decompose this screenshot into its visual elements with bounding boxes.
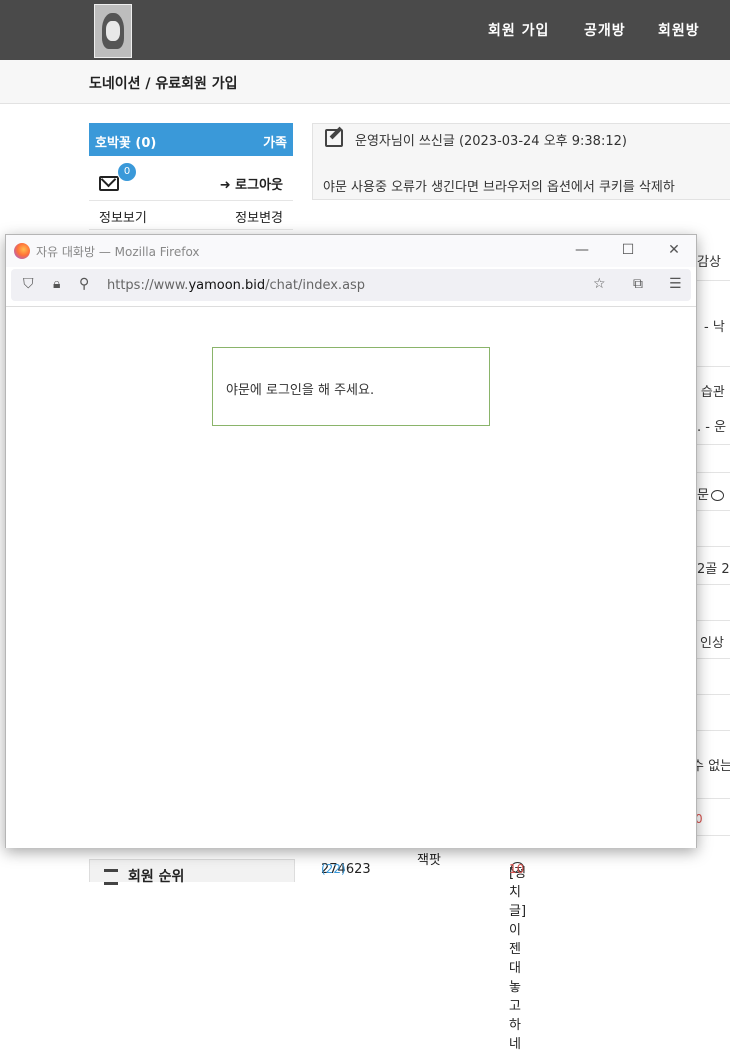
login-required-box: 야문에 로그인을 해 주세요. — [212, 347, 490, 426]
divider — [696, 658, 730, 659]
window-titlebar[interactable]: 자유 대화방 — Mozilla Firefox — ☐ ✕ — [6, 235, 696, 267]
maximize-icon[interactable]: ☐ — [616, 240, 640, 260]
post-header: 운영자님이 쓰신글 (2023-03-24 오후 9:38:12) — [355, 134, 627, 149]
list-fragment[interactable]: 수 없는 — [692, 755, 730, 774]
top-navbar: 회원 가입 공개방 회원방 — [0, 0, 730, 60]
menu-icon[interactable]: ☰ — [669, 276, 682, 292]
divider — [696, 472, 730, 473]
ranking-panel[interactable]: 회원 순위 — [89, 859, 295, 885]
url-path: /chat/index.asp — [265, 278, 366, 293]
shield-icon[interactable]: ⛉ — [23, 276, 34, 292]
logout-icon: ➜ — [219, 178, 231, 193]
list-fragment[interactable]: 2골 2 — [697, 558, 730, 577]
view-info-link[interactable]: 정보보기 — [99, 207, 147, 226]
breadcrumb-bar: 도네이션 / 유료회원 가입 — [0, 60, 730, 104]
comment-count: 10 — [509, 862, 525, 876]
popup-content: 야문에 로그인을 해 주세요. — [6, 306, 696, 848]
permissions-icon[interactable]: ⚲ — [79, 276, 89, 292]
url-scheme: https://www. — [107, 278, 189, 293]
extensions-icon[interactable]: ⧉ — [633, 276, 643, 292]
list-fragment[interactable]: - 낙 — [704, 316, 725, 335]
url-domain: yamoon.bid — [188, 278, 266, 293]
list-icon — [104, 869, 118, 885]
nav-member-room[interactable]: 회원방 — [658, 20, 700, 40]
divider — [696, 620, 730, 621]
lock-icon[interactable]: 🔒︎ — [53, 276, 60, 292]
url-text[interactable]: https://www.yamoon.bid/chat/index.asp — [107, 278, 365, 293]
divider — [696, 280, 730, 281]
list-fragment: 감상 — [697, 255, 721, 270]
list-fragment-text: 문 — [697, 488, 709, 503]
ranking-title: 회원 순위 — [128, 869, 185, 885]
window-title: 자유 대화방 — Mozilla Firefox — [36, 245, 200, 259]
mail-count-badge: 0 — [117, 162, 137, 182]
divider — [696, 584, 730, 585]
user-header: 호박꽃 (0) 가족 — [89, 123, 293, 156]
comment-icon — [710, 490, 724, 501]
view-count: (22) — [321, 862, 346, 876]
logout-button[interactable]: ➜ 로그아웃 — [220, 174, 283, 193]
user-actions-row: 0 ➜ 로그아웃 — [89, 156, 293, 201]
divider — [696, 510, 730, 511]
info-row: 정보보기 정보변경 — [89, 201, 293, 230]
edit-icon — [325, 129, 343, 147]
login-message: 야문에 로그인을 해 주세요. — [226, 383, 375, 398]
divider — [696, 444, 730, 445]
post-author[interactable]: 잭팟 — [417, 849, 441, 868]
breadcrumb: 도네이션 / 유료회원 가입 — [89, 76, 238, 92]
divider — [696, 546, 730, 547]
list-fragment[interactable]: . - 운 — [697, 416, 726, 435]
list-fragment[interactable]: 문 — [697, 484, 726, 503]
firefox-icon — [14, 243, 30, 259]
site-logo[interactable] — [94, 4, 132, 58]
divider — [696, 366, 730, 367]
firefox-popup-window: 자유 대화방 — Mozilla Firefox — ☐ ✕ ⛉ 🔒︎ ⚲ ht… — [5, 234, 697, 848]
close-icon[interactable]: ✕ — [662, 240, 686, 260]
divider — [696, 694, 730, 695]
nav-signup[interactable]: 회원 가입 — [488, 20, 549, 40]
username[interactable]: 호박꽃 (0) — [95, 132, 156, 151]
address-bar[interactable]: ⛉ 🔒︎ ⚲ https://www.yamoon.bid/chat/index… — [11, 269, 691, 301]
announcement-post: 운영자님이 쓰신글 (2023-03-24 오후 9:38:12) 야문 사용중… — [312, 123, 730, 200]
logout-label: 로그아웃 — [235, 178, 283, 193]
wolf-image-face — [106, 21, 120, 41]
divider — [696, 798, 730, 799]
post-body: 야문 사용중 오류가 생긴다면 브라우저의 옵션에서 쿠키를 삭제하 — [323, 180, 675, 195]
edit-info-link[interactable]: 정보변경 — [235, 207, 283, 226]
nav-public-room[interactable]: 공개방 — [584, 20, 626, 40]
list-fragment[interactable]: 인상 — [700, 632, 724, 651]
mail-icon[interactable] — [99, 176, 119, 191]
post-title: [정치글] 이젠 대놓고 하네 — [509, 866, 527, 1052]
divider — [696, 730, 730, 731]
minimize-icon[interactable]: — — [570, 240, 594, 260]
bookmark-star-icon[interactable]: ☆ — [593, 276, 606, 292]
family-link[interactable]: 가족 — [263, 132, 287, 151]
